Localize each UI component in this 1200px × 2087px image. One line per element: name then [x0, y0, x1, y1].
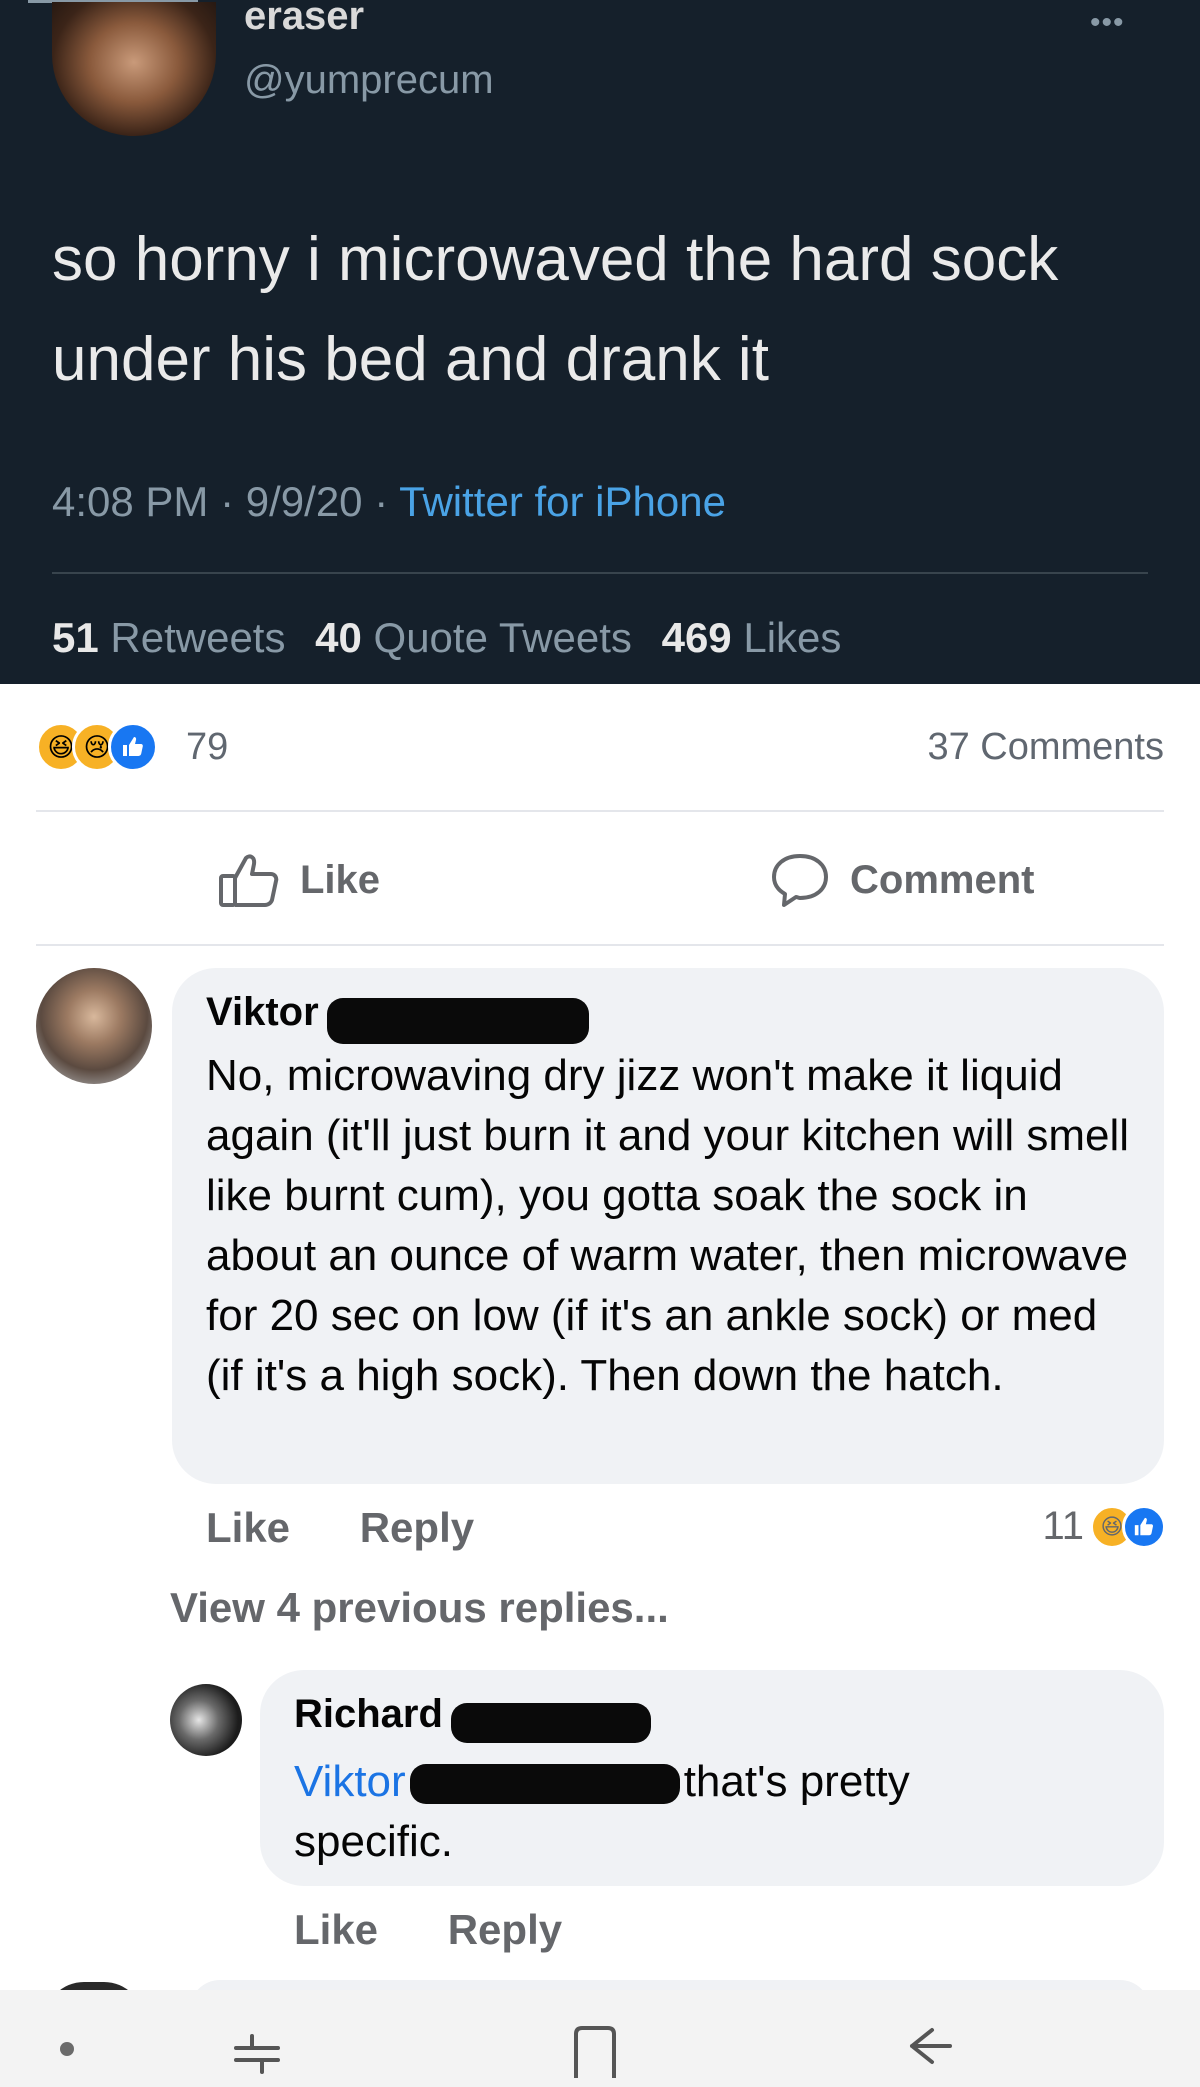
recents-icon[interactable]	[232, 2026, 282, 2076]
comment-actions: Like Reply	[206, 1504, 532, 1552]
more-dots-icon[interactable]: •••	[1090, 6, 1125, 40]
reaction-count: 79	[186, 726, 229, 768]
comment-reaction-summary[interactable]: 11 😆	[1042, 1504, 1166, 1549]
likes-count: 469	[661, 614, 732, 661]
likes-stat[interactable]: 469 Likes	[662, 614, 842, 661]
back-icon[interactable]	[904, 2024, 954, 2078]
comment-author[interactable]: Viktor	[206, 990, 319, 1034]
likes-label: Likes	[743, 614, 842, 661]
tweet-date: 9/9/20	[245, 478, 363, 525]
tweet-handle[interactable]: @yumprecum	[244, 58, 494, 103]
reply-bubble: Richard Viktor that's pretty specific.	[260, 1670, 1164, 1886]
comment-label: Comment	[850, 857, 1035, 902]
thumbs-up-icon	[219, 854, 279, 907]
like-reaction-icon	[1122, 1504, 1166, 1549]
divider	[36, 810, 1164, 812]
home-icon[interactable]	[572, 2024, 618, 2078]
tweet-meta: 4:08 PM · 9/9/20 · Twitter for iPhone	[52, 478, 726, 526]
comment-icon	[772, 854, 828, 907]
redaction-mark	[451, 1702, 652, 1743]
separator: ·	[374, 478, 389, 525]
like-label: Like	[300, 857, 381, 902]
tweet-time: 4:08 PM	[52, 478, 209, 525]
comment-button[interactable]: Comment	[770, 850, 1034, 910]
tweet-display-name[interactable]: eraser	[244, 0, 364, 39]
comment-text: No, microwaving dry jizz won't make it l…	[206, 1051, 1130, 1400]
view-previous-replies-link[interactable]: View 4 previous replies...	[170, 1584, 669, 1632]
comment-reaction-count: 11	[1042, 1504, 1084, 1548]
reply-mention-link[interactable]: Viktor	[294, 1757, 406, 1806]
reply-text: that's pretty	[683, 1757, 910, 1806]
tweet-divider	[52, 572, 1148, 574]
separator: ·	[220, 478, 235, 525]
reply-avatar[interactable]	[170, 1684, 242, 1756]
comments-count[interactable]: 37 Comments	[927, 726, 1164, 769]
nav-dot-indicator	[60, 2042, 74, 2056]
reply-like-button[interactable]: Like	[294, 1906, 378, 1953]
redaction-mark	[327, 997, 590, 1044]
comment-reply-button[interactable]: Reply	[360, 1504, 474, 1551]
reply-text-line1: Viktor that's pretty	[294, 1752, 910, 1812]
tweet-source-link[interactable]: Twitter for iPhone	[399, 478, 726, 525]
quote-tweets-label: Quote Tweets	[373, 614, 632, 661]
redaction-mark	[409, 1764, 680, 1805]
quote-tweets-count: 40	[315, 614, 362, 661]
like-button[interactable]: Like	[218, 850, 380, 910]
retweets-label: Retweets	[110, 614, 286, 661]
reply-author-row: Richard	[294, 1692, 652, 1743]
comment-bubble: Viktor No, microwaving dry jizz won't ma…	[172, 968, 1164, 1484]
retweets-count: 51	[52, 614, 99, 661]
comment-like-button[interactable]: Like	[206, 1504, 290, 1551]
reply-actions: Like Reply	[294, 1906, 620, 1954]
android-nav-bar	[0, 1990, 1200, 2087]
tweet-avatar[interactable]	[52, 2, 216, 136]
like-reaction-icon	[108, 722, 158, 772]
reply-text-line2: specific.	[294, 1817, 453, 1866]
divider	[36, 944, 1164, 946]
commenter-avatar[interactable]	[36, 968, 152, 1084]
tweet-card: eraser @yumprecum ••• so horny i microwa…	[0, 0, 1200, 684]
quote-tweets-stat[interactable]: 40 Quote Tweets	[315, 614, 632, 661]
tweet-stats: 51 Retweets 40 Quote Tweets 469 Likes	[52, 614, 841, 662]
tweet-text: so horny i microwaved the hard sock unde…	[52, 225, 1059, 394]
reply-author[interactable]: Richard	[294, 1692, 443, 1736]
reply-reply-button[interactable]: Reply	[448, 1906, 562, 1953]
retweets-stat[interactable]: 51 Retweets	[52, 614, 285, 661]
comment-author-row: Viktor	[206, 990, 590, 1044]
